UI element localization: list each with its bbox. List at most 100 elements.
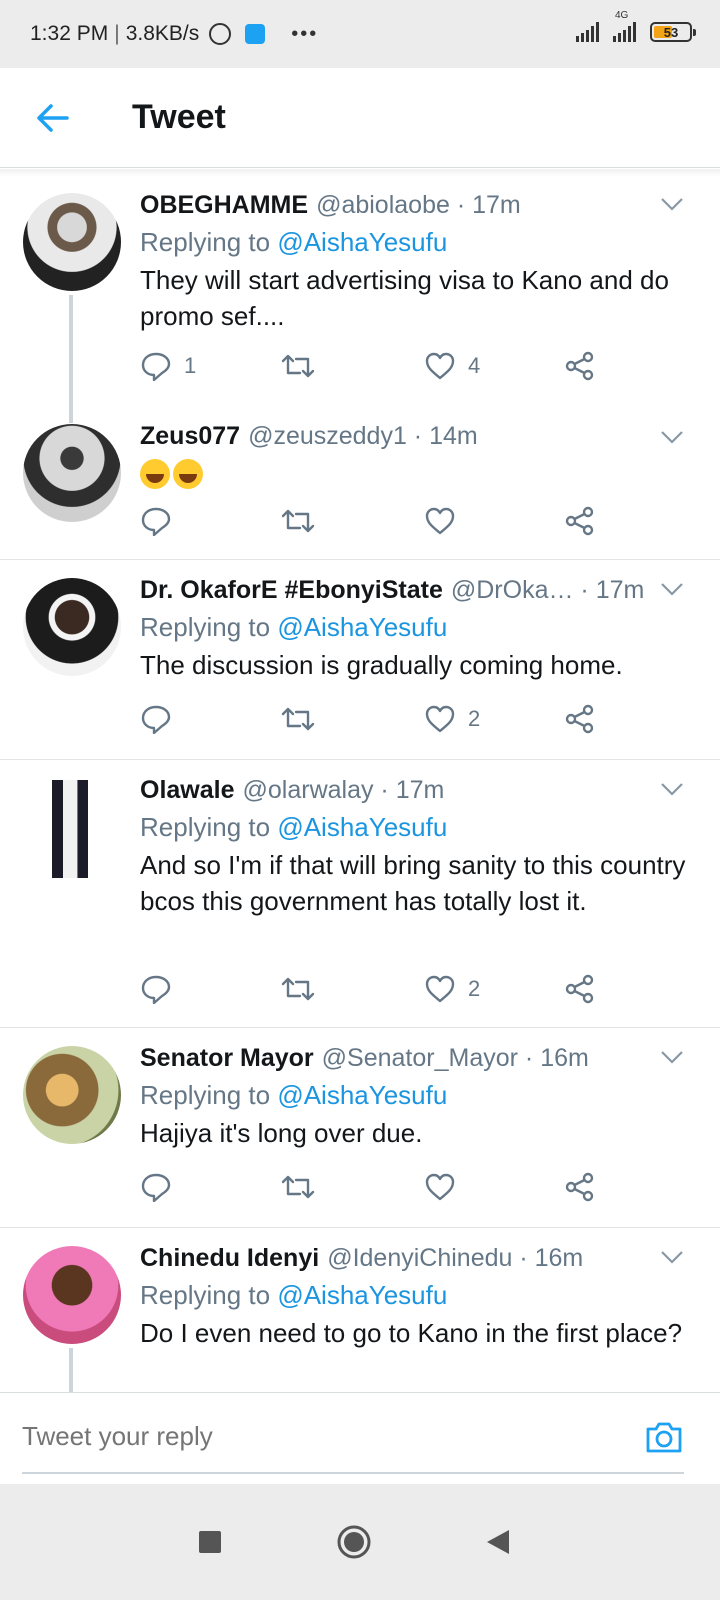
share-button[interactable] [564, 1172, 596, 1202]
alarm-icon [209, 23, 232, 45]
handle-time: @IdenyiChinedu · 16m [327, 1244, 584, 1272]
tweet-body: Senator Mayor @Senator_Mayor · 16m Reply… [140, 1042, 700, 1151]
avatar[interactable] [23, 424, 121, 522]
retweet-button[interactable] [280, 704, 328, 734]
retweet-button[interactable] [280, 1172, 328, 1202]
handle-time: @DrOka… · 17m [450, 576, 645, 604]
replying-to: Replying to @AishaYesufu [140, 1077, 700, 1113]
avatar[interactable] [23, 193, 121, 291]
reply-button[interactable]: 1 [140, 351, 196, 381]
share-button[interactable] [564, 506, 596, 536]
top-app-bar: Tweet [0, 68, 720, 168]
reply-button[interactable] [140, 974, 184, 1004]
triangle-back-icon [487, 1530, 509, 1554]
like-button[interactable] [424, 1172, 468, 1202]
tweet[interactable]: OBEGHAMME @abiolaobe · 17m Replying to @… [0, 175, 720, 423]
display-name[interactable]: Chinedu Idenyi [140, 1242, 319, 1274]
avatar[interactable] [52, 780, 88, 878]
reply-feed[interactable]: OBEGHAMME @abiolaobe · 17m Replying to @… [0, 175, 720, 1420]
tweet-header: OBEGHAMME @abiolaobe · 17m [140, 189, 700, 221]
display-name[interactable]: OBEGHAMME [140, 189, 308, 221]
mention-link[interactable]: @AishaYesufu [277, 1280, 447, 1310]
recents-button[interactable] [190, 1522, 230, 1562]
tweet-text: Hajiya it's long over due. [140, 1118, 423, 1148]
like-button[interactable]: 4 [424, 351, 480, 381]
retweet-button[interactable] [280, 974, 328, 1004]
reply-icon [141, 705, 171, 734]
reply-button[interactable] [140, 1172, 184, 1202]
like-count: 2 [468, 706, 481, 731]
reply-count: 1 [184, 353, 197, 378]
reply-composer [0, 1392, 720, 1484]
reply-icon [141, 507, 171, 536]
share-button[interactable] [564, 351, 596, 381]
reply-input[interactable] [22, 1421, 582, 1452]
tweet-text: And so I'm if that will bring sanity to … [140, 850, 686, 916]
avatar[interactable] [23, 578, 121, 676]
tweet[interactable]: Olawale @olarwalay · 17m Replying to @Ai… [0, 760, 720, 1028]
tweet-text: The discussion is gradually coming home. [140, 650, 623, 680]
chevron-down-icon[interactable] [660, 1250, 684, 1264]
tweet-header: Zeus077 @zeuszeddy1 · 14m [140, 420, 700, 452]
heart-icon [425, 1173, 455, 1201]
display-name[interactable]: Olawale [140, 774, 235, 806]
chevron-down-icon[interactable] [660, 1050, 684, 1064]
composer-underline [22, 1472, 684, 1474]
display-name[interactable]: Zeus077 [140, 420, 240, 452]
tweet-actions: 2 [140, 974, 620, 1008]
home-button[interactable] [334, 1522, 374, 1562]
replying-prefix: Replying to [140, 812, 271, 842]
chevron-down-icon[interactable] [660, 430, 684, 444]
camera-icon[interactable] [644, 1417, 684, 1457]
arrow-left-icon[interactable] [22, 88, 82, 148]
status-separator: | [114, 22, 120, 45]
chevron-down-icon[interactable] [660, 782, 684, 796]
share-button[interactable] [564, 704, 596, 734]
mention-link[interactable]: @AishaYesufu [277, 812, 447, 842]
like-count: 2 [468, 976, 481, 1001]
share-button[interactable] [564, 974, 596, 1004]
system-nav-bar [0, 1484, 720, 1600]
tweet-body: OBEGHAMME @abiolaobe · 17m Replying to @… [140, 189, 700, 334]
grinning-squinting-face-icon [173, 459, 203, 490]
like-button[interactable]: 2 [424, 974, 480, 1004]
chevron-down-icon[interactable] [660, 197, 684, 211]
avatar[interactable] [23, 1046, 121, 1144]
retweet-button[interactable] [280, 351, 328, 381]
battery-level: 53 [663, 24, 679, 40]
mention-link[interactable]: @AishaYesufu [277, 1080, 447, 1110]
tweet-text: Do I even need to go to Kano in the firs… [140, 1318, 683, 1348]
chevron-down-icon[interactable] [660, 582, 684, 596]
mention-link[interactable]: @AishaYesufu [277, 612, 447, 642]
like-button[interactable] [424, 506, 468, 536]
tweet[interactable]: Zeus077 @zeuszeddy1 · 14m [0, 408, 720, 560]
display-name[interactable]: Dr. OkaforE #EbonyiState [140, 574, 443, 606]
status-bar: 1:32 PM | 3.8KB/s ••• 4G 53 [0, 0, 720, 68]
avatar[interactable] [23, 1246, 121, 1344]
grinning-squinting-face-icon [140, 459, 170, 490]
square-icon [199, 1531, 221, 1553]
tweet-header: Olawale @olarwalay · 17m [140, 774, 700, 806]
tweet-text [140, 454, 700, 490]
share-icon [565, 974, 594, 1004]
mention-link[interactable]: @AishaYesufu [277, 227, 447, 257]
tweet[interactable]: Senator Mayor @Senator_Mayor · 16m Reply… [0, 1028, 720, 1228]
like-count: 4 [468, 353, 481, 378]
tweet-text: They will start advertising visa to Kano… [140, 265, 669, 331]
replying-prefix: Replying to [140, 612, 271, 642]
retweet-icon [281, 707, 315, 731]
like-button[interactable]: 2 [424, 704, 480, 734]
tweet[interactable]: Dr. OkaforE #EbonyiState @DrOka… · 17m R… [0, 560, 720, 760]
retweet-icon [281, 1175, 315, 1199]
thread-line [69, 295, 73, 423]
share-icon [565, 506, 594, 536]
tweet-actions: 1 4 [140, 351, 620, 385]
handle-time: @abiolaobe · 17m [316, 191, 521, 219]
tweet-body: Olawale @olarwalay · 17m Replying to @Ai… [140, 774, 700, 919]
reply-button[interactable] [140, 704, 184, 734]
reply-button[interactable] [140, 506, 184, 536]
display-name[interactable]: Senator Mayor [140, 1042, 314, 1074]
back-button[interactable] [478, 1522, 518, 1562]
retweet-button[interactable] [280, 506, 328, 536]
replying-prefix: Replying to [140, 1080, 271, 1110]
